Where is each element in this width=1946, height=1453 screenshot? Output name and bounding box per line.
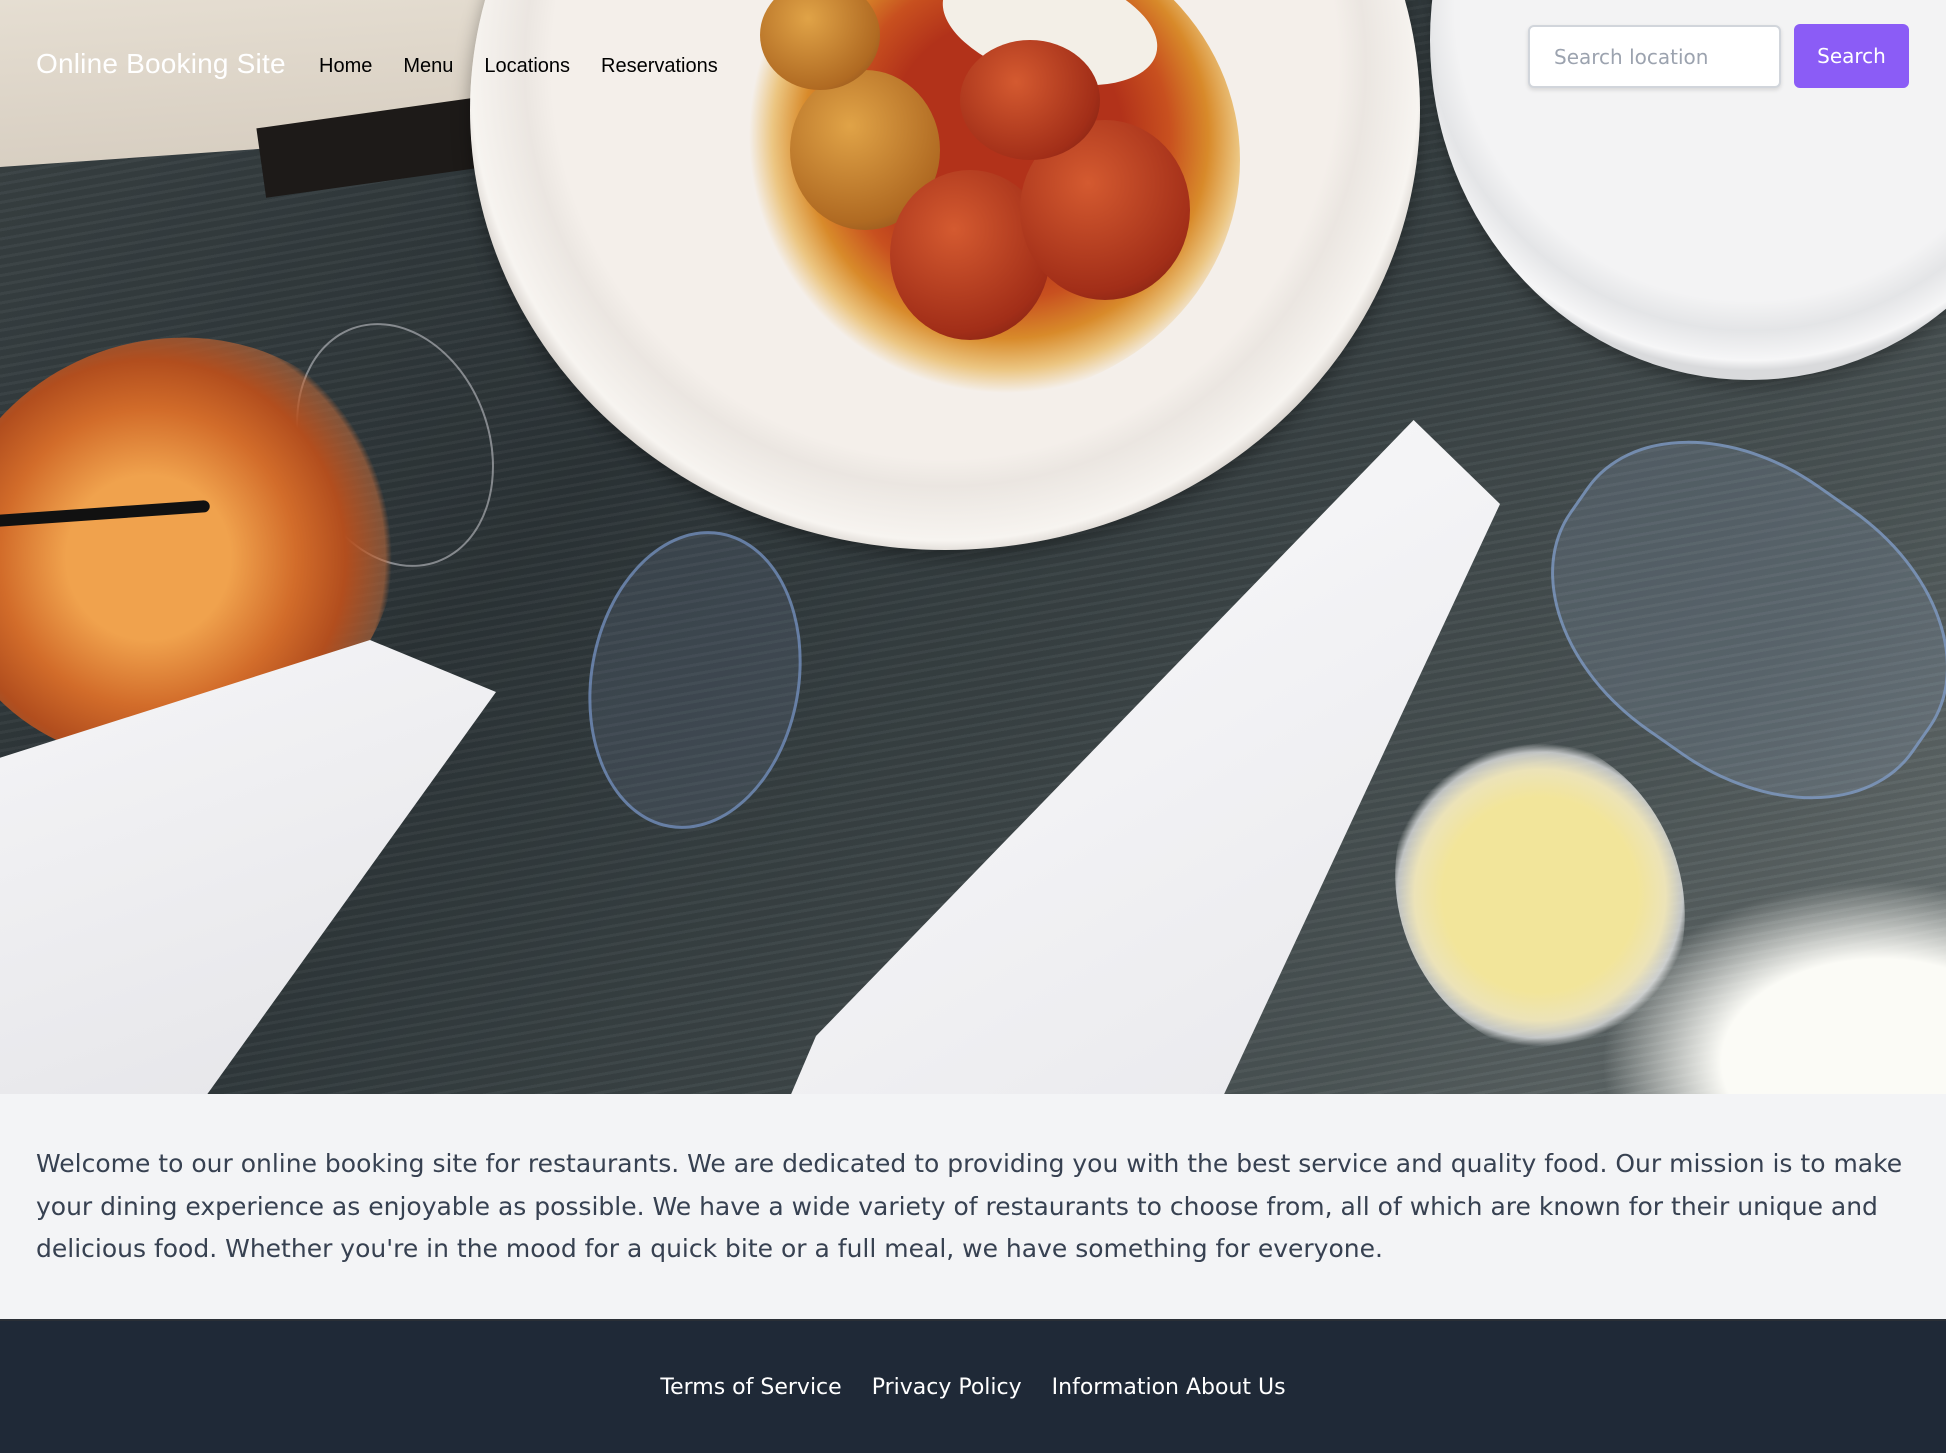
nav-link-home[interactable]: Home <box>319 55 372 78</box>
top-navigation: Online Booking Site Home Menu Locations … <box>0 0 1946 130</box>
footer-link-terms[interactable]: Terms of Service <box>660 1375 841 1400</box>
search-location-input[interactable] <box>1528 25 1781 88</box>
nav-link-reservations[interactable]: Reservations <box>601 55 718 78</box>
hero-image <box>0 0 1946 1094</box>
nav-link-menu[interactable]: Menu <box>403 55 453 78</box>
footer-link-about[interactable]: Information About Us <box>1052 1375 1286 1400</box>
intro-paragraph: Welcome to our online booking site for r… <box>36 1149 1903 1263</box>
nav-link-locations[interactable]: Locations <box>484 55 570 78</box>
footer: Terms of Service Privacy Policy Informat… <box>0 1319 1946 1453</box>
footer-links: Terms of Service Privacy Policy Informat… <box>0 1375 1946 1400</box>
nav-links: Home Menu Locations Reservations <box>319 55 749 78</box>
search-button[interactable]: Search <box>1794 24 1909 88</box>
site-logo[interactable]: Online Booking Site <box>36 48 286 80</box>
sunlight-highlight <box>1600 880 1946 1094</box>
footer-link-privacy[interactable]: Privacy Policy <box>872 1375 1022 1400</box>
